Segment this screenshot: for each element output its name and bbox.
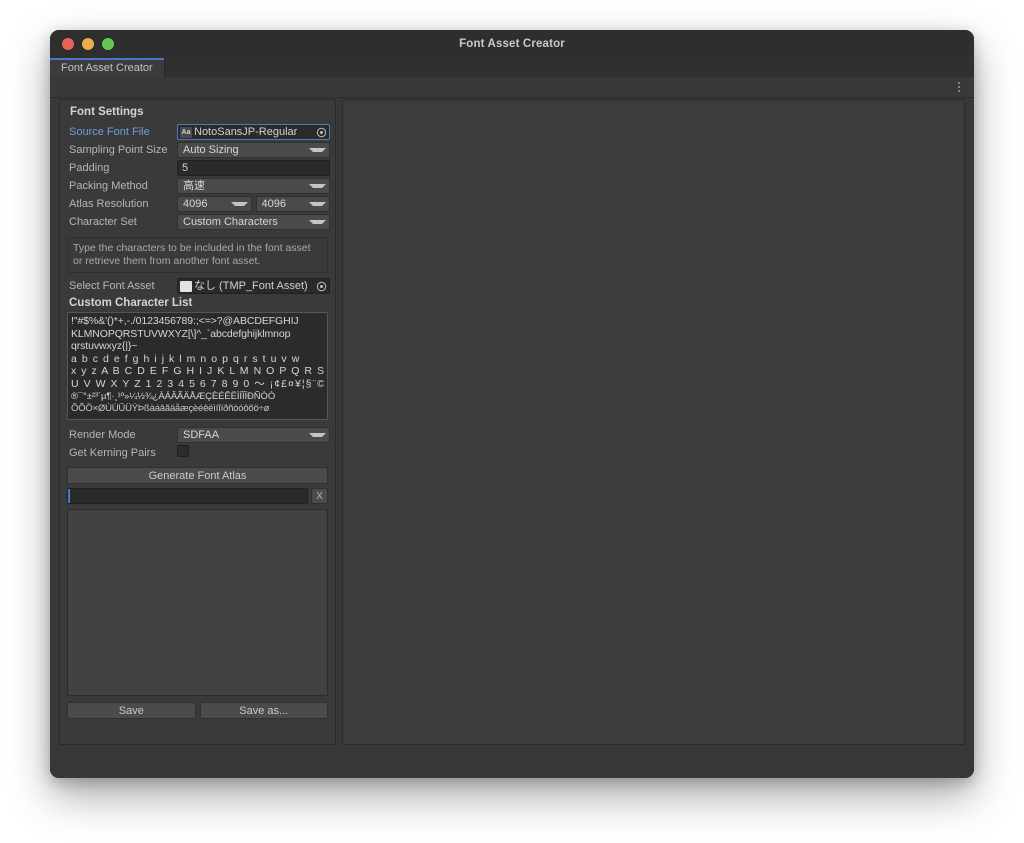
clear-progress-button[interactable]: X [311,488,328,504]
progress-fill [68,489,70,503]
font-settings-header: Font Settings [70,106,144,118]
atlas-resolution-width-dropdown[interactable]: 4096 [177,196,252,212]
character-set-info-text: Type the characters to be included in th… [67,237,328,273]
tab-strip: Font Asset Creator [50,58,974,77]
character-set-dropdown[interactable]: Custom Characters [177,214,330,230]
packing-method-label: Packing Method [69,180,148,192]
row-render-mode: Render Mode SDFAA [65,426,330,444]
get-kerning-pairs-checkbox[interactable] [177,445,189,457]
row-source-font-file: Source Font File Aa NotoSansJP-Regular [65,123,330,141]
atlas-resolution-height-value: 4096 [261,198,286,210]
character-set-value: Custom Characters [183,216,278,228]
row-get-kerning-pairs: Get Kerning Pairs [65,444,330,462]
minimize-window-button[interactable] [82,38,94,50]
custom-character-list-textarea[interactable]: !"#$%&'()*+,-./0123456789:;<=>?@ABCDEFGH… [67,312,328,420]
row-padding: Padding 5 [65,159,330,177]
source-font-file-value: NotoSansJP-Regular [194,126,298,138]
row-select-font-asset: Select Font Asset なし (TMP_Font Asset) [65,277,330,295]
object-picker-icon[interactable] [315,126,328,139]
window-title: Font Asset Creator [459,38,565,50]
clear-progress-label: X [316,490,323,502]
row-character-set: Character Set Custom Characters [65,213,330,231]
character-set-label: Character Set [69,216,137,228]
save-button-row: Save Save as... [67,702,328,719]
tab-label: Font Asset Creator [61,61,153,74]
chevron-down-icon [309,184,326,188]
select-font-asset-label: Select Font Asset [69,280,155,292]
packing-method-value: 高速 [183,180,205,192]
render-mode-label: Render Mode [69,429,136,441]
generation-progress-bar [67,488,308,504]
atlas-resolution-label: Atlas Resolution [69,198,149,210]
char-line: ®¯°±²³´µ¶·¸¹º»¼½¾¿ÀÁÂÃÄÅÆÇÈÉÊËÌÍÎÏÐÑÒÓ [71,390,276,402]
object-picker-icon[interactable] [315,280,328,293]
padding-value: 5 [182,162,189,174]
custom-character-list-header: Custom Character List [69,297,193,309]
traffic-light-group [62,38,114,50]
asset-document-icon [180,280,192,292]
save-button[interactable]: Save [67,702,196,719]
get-kerning-pairs-label: Get Kerning Pairs [69,447,156,459]
save-label: Save [118,704,144,717]
row-packing-method: Packing Method 高速 [65,177,330,195]
font-atlas-preview-panel [342,99,965,745]
maximize-window-button[interactable] [102,38,114,50]
desktop-background: Font Asset Creator Font Asset Creator Fo… [0,0,1024,843]
font-asset-creator-window: Font Asset Creator Font Asset Creator Fo… [50,30,974,778]
editor-toolbar [50,77,974,98]
save-as-label: Save as... [239,704,289,717]
atlas-resolution-width-value: 4096 [183,198,208,210]
generate-font-atlas-label: Generate Font Atlas [148,469,247,482]
char-line: U V W X Y Z 1 2 3 4 5 6 7 8 9 0 ～ ¡¢£¤¥¦… [71,377,324,390]
char-line: !"#$%&'()*+,-./0123456789:;<=>?@ABCDEFGH… [71,315,299,327]
select-font-asset-field[interactable]: なし (TMP_Font Asset) [177,278,330,294]
packing-method-dropdown[interactable]: 高速 [177,178,330,194]
font-atlas-output-area [67,509,328,696]
char-line: KLMNOPQRSTUVWXYZ[\]^_`abcdefghijklmnop [71,327,291,340]
char-line: ÔÕÖ×ØÙÚÛÜÝÞßàáâãäåæçèéêëìíîïðñòóôõö÷ø [71,403,270,415]
sampling-point-size-label: Sampling Point Size [69,144,168,156]
editor-area: Font Asset Creator Font Settings Source … [50,58,974,778]
row-atlas-resolution: Atlas Resolution 4096 4096 [65,195,330,213]
chevron-down-icon [230,202,248,206]
row-sampling-point-size: Sampling Point Size Auto Sizing [65,141,330,159]
close-window-button[interactable] [62,38,74,50]
select-font-asset-value: なし (TMP_Font Asset) [194,280,308,292]
sampling-point-size-value: Auto Sizing [183,144,239,156]
atlas-resolution-height-dropdown[interactable]: 4096 [255,196,330,212]
source-font-file-label: Source Font File [69,126,150,138]
padding-label: Padding [69,162,110,174]
font-settings-panel: Font Settings Source Font File Aa NotoSa… [59,99,336,745]
char-line: a b c d e f g h i j k l m n o p q r s t … [71,352,301,365]
render-mode-value: SDFAA [183,429,220,441]
source-font-file-field[interactable]: Aa NotoSansJP-Regular [177,124,330,140]
padding-input[interactable]: 5 [177,160,330,176]
char-line: x y z A B C D E F G H I J K L M N O P Q … [71,365,324,378]
chevron-down-icon [309,202,326,206]
chevron-down-icon [309,433,326,437]
char-line: qrstuvwxyz{|}~ [71,340,138,353]
tab-font-asset-creator[interactable]: Font Asset Creator [50,58,165,77]
progress-row: X [67,488,328,504]
chevron-down-icon [309,220,326,224]
font-asset-icon: Aa [180,126,192,138]
sampling-point-size-dropdown[interactable]: Auto Sizing [177,142,330,158]
chevron-down-icon [309,148,326,152]
save-as-button[interactable]: Save as... [199,702,328,719]
generate-font-atlas-button[interactable]: Generate Font Atlas [67,467,328,484]
render-mode-dropdown[interactable]: SDFAA [177,427,330,443]
kebab-menu-icon[interactable] [953,81,965,93]
window-titlebar: Font Asset Creator [50,30,974,59]
